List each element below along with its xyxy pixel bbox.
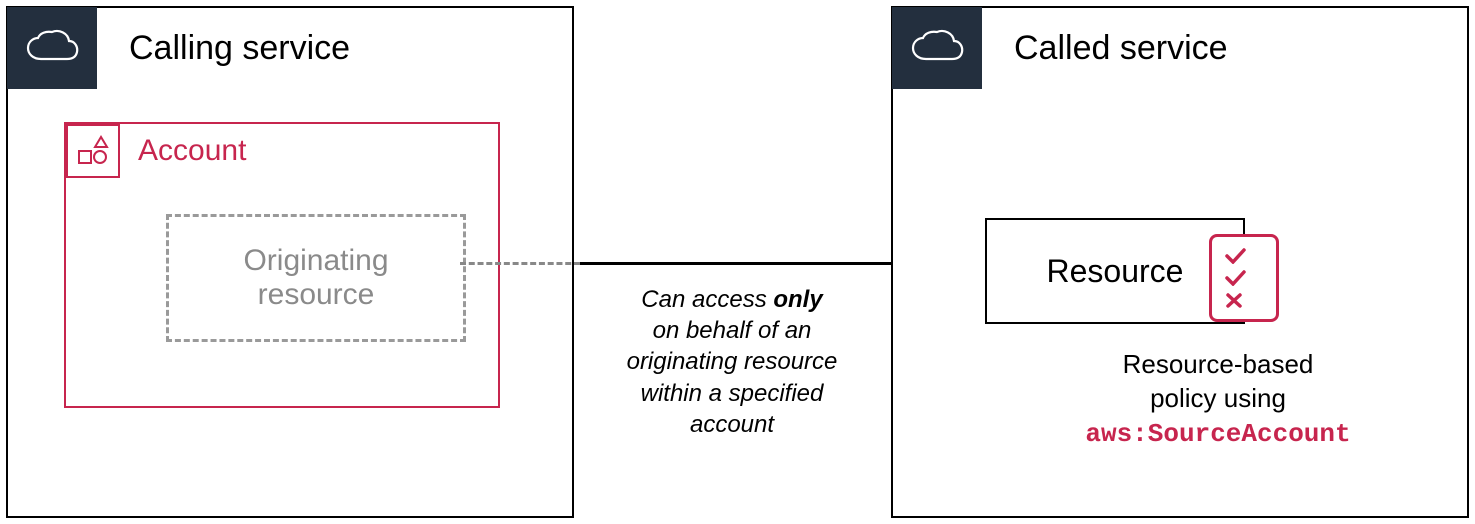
originating-resource-box: Originating resource bbox=[166, 214, 466, 342]
arrow-dashed-segment bbox=[460, 262, 580, 265]
access-caption: Can access only on behalf of an originat… bbox=[582, 284, 882, 440]
shapes-icon bbox=[66, 124, 120, 178]
cloud-icon bbox=[892, 7, 982, 89]
policy-description: Resource-based policy using aws:SourceAc… bbox=[1013, 348, 1423, 451]
calling-service-title: Calling service bbox=[129, 29, 350, 68]
orig-resource-line2: resource bbox=[258, 278, 375, 313]
caption-pre: Can access bbox=[641, 286, 773, 313]
caption-line5: account bbox=[690, 411, 774, 438]
called-service-title: Called service bbox=[1014, 29, 1228, 68]
resource-label: Resource bbox=[1047, 253, 1184, 290]
called-service-header: Called service bbox=[892, 7, 1228, 89]
account-box: Account Originating resource bbox=[64, 122, 500, 408]
policy-line2: policy using bbox=[1150, 383, 1286, 413]
caption-line2: on behalf of an bbox=[653, 317, 812, 344]
policy-checklist-icon bbox=[1209, 234, 1279, 322]
called-service-panel: Called service Resource Resource-based p… bbox=[891, 6, 1469, 518]
cloud-icon bbox=[7, 7, 97, 89]
policy-line1: Resource-based bbox=[1123, 349, 1314, 379]
policy-condition-key: aws:SourceAccount bbox=[1085, 419, 1350, 449]
caption-bold: only bbox=[773, 286, 822, 313]
account-label: Account bbox=[138, 134, 246, 168]
orig-resource-line1: Originating bbox=[243, 244, 388, 279]
caption-line4: within a specified bbox=[641, 380, 824, 407]
calling-service-header: Calling service bbox=[7, 7, 350, 89]
caption-line3: originating resource bbox=[627, 348, 838, 375]
account-header: Account bbox=[66, 124, 246, 178]
arrow-solid-segment bbox=[580, 262, 944, 265]
resource-box: Resource bbox=[985, 218, 1245, 324]
